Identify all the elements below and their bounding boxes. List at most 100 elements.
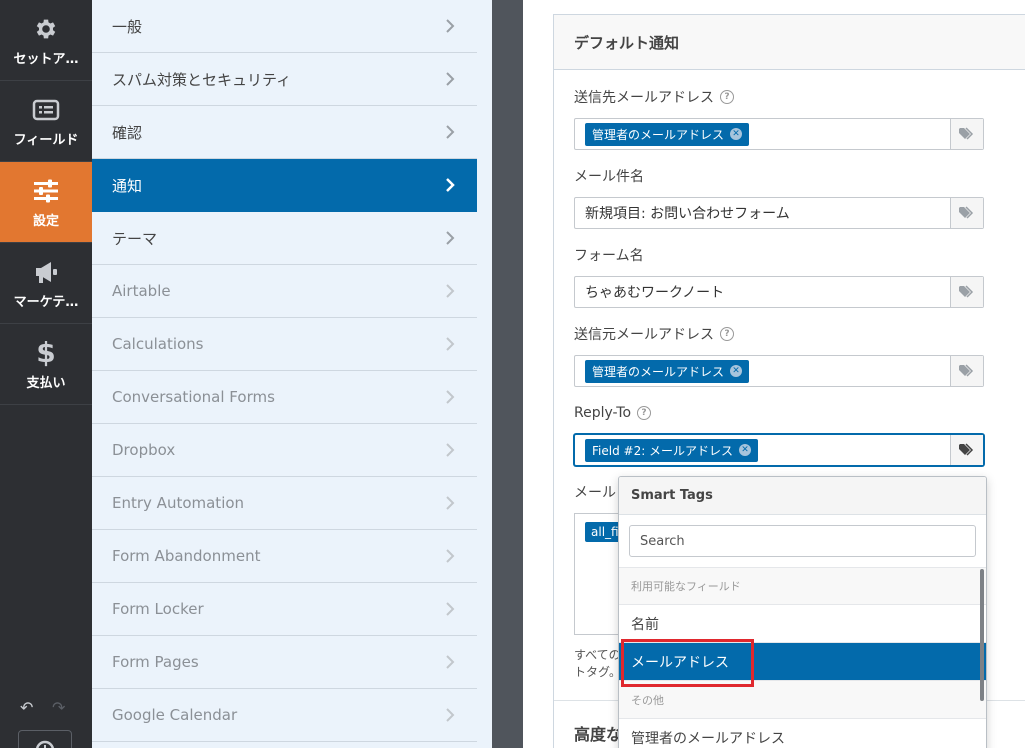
rail-marketing[interactable]: マーケテ… <box>0 243 92 324</box>
chevron-right-icon <box>443 19 457 33</box>
panel-item-form-pages[interactable]: Form Pages <box>92 636 477 689</box>
from-name-input[interactable]: ちゃあむワークノート <box>574 276 984 308</box>
chevron-right-icon <box>443 549 457 563</box>
panel-item-airtable[interactable]: Airtable <box>92 265 477 318</box>
tag-icon[interactable] <box>950 277 983 307</box>
panel-item-label: Conversational Forms <box>112 388 275 406</box>
panel-item-label: Form Locker <box>112 600 204 618</box>
redo-icon[interactable]: ↷ <box>52 698 65 717</box>
panel-item-notifications[interactable]: 通知 <box>92 159 477 212</box>
chevron-right-icon <box>443 72 457 86</box>
subject-value[interactable]: 新規項目: お問い合わせフォーム <box>575 198 950 228</box>
panel-item-spam[interactable]: スパム対策とセキュリティ <box>92 53 477 106</box>
close-icon[interactable]: ✕ <box>730 365 743 377</box>
panel-item-themes[interactable]: テーマ <box>92 212 477 265</box>
rail-label: マーケテ… <box>13 294 79 310</box>
send-to-input[interactable]: 管理者のメールアドレス ✕ <box>574 118 984 150</box>
message-textarea[interactable]: all_fie <box>574 513 623 635</box>
panel-item-label: Form Pages <box>112 653 199 671</box>
panel-item-form-abandonment[interactable]: Form Abandonment <box>92 530 477 583</box>
tag-icon[interactable] <box>950 198 983 228</box>
panel-item-label: Dropbox <box>112 441 176 459</box>
smart-tag-chip[interactable]: Field #2: メールアドレス ✕ <box>585 438 759 462</box>
reply-to-input[interactable]: Field #2: メールアドレス ✕ <box>574 434 984 466</box>
subject-input[interactable]: 新規項目: お問い合わせフォーム <box>574 197 984 229</box>
from-email-input[interactable]: 管理者のメールアドレス ✕ <box>574 355 984 387</box>
help-icon[interactable]: ? <box>720 90 734 104</box>
from-email-input-body[interactable]: 管理者のメールアドレス ✕ <box>575 356 950 386</box>
send-to-label: 送信先メールアドレス? <box>574 87 984 107</box>
reply-to-label: Reply-To? <box>574 403 984 423</box>
tag-icon[interactable] <box>950 435 983 465</box>
tag-icon[interactable] <box>950 119 983 149</box>
message-description: すべての トタグ。 <box>574 647 620 681</box>
panel-item-conversational-forms[interactable]: Conversational Forms <box>92 371 477 424</box>
tag-icon[interactable] <box>950 356 983 386</box>
undo-icon[interactable]: ↶ <box>20 698 33 717</box>
smart-tag-chip[interactable]: 管理者のメールアドレス ✕ <box>585 122 750 146</box>
subject-field: メール件名 新規項目: お問い合わせフォーム <box>574 166 984 229</box>
chevron-right-icon <box>443 443 457 457</box>
chevron-right-icon <box>443 178 457 192</box>
send-to-label-text: 送信先メールアドレス <box>574 90 714 106</box>
from-email-label-text: 送信元メールアドレス <box>574 327 714 343</box>
panel-item-label: 通知 <box>112 176 143 195</box>
panel-item-label: Form Abandonment <box>112 547 261 565</box>
rail-payments[interactable]: $ 支払い <box>0 324 92 405</box>
smart-tag-option-admin-email[interactable]: 管理者のメールアドレス <box>619 719 986 748</box>
smart-tag-option-email[interactable]: メールアドレス <box>619 639 986 687</box>
chevron-right-icon <box>443 231 457 245</box>
panel-gutter <box>492 0 523 748</box>
smart-tag-chip[interactable]: 管理者のメールアドレス ✕ <box>585 359 750 383</box>
panel-item-label: Airtable <box>112 282 171 300</box>
panel-item-label: Calculations <box>112 335 204 353</box>
smart-tags-dropdown: Smart Tags Search 利用可能なフィールド 名前 メールアドレス … <box>618 476 987 748</box>
advanced-heading: 高度な <box>574 725 623 744</box>
chevron-right-icon <box>443 655 457 669</box>
from-name-label: フォーム名 <box>574 248 644 264</box>
panel-item-general[interactable]: 一般 <box>92 0 477 53</box>
chevron-right-icon <box>443 284 457 298</box>
rail-settings[interactable]: 設定 <box>0 162 92 243</box>
panel-item-entry-automation[interactable]: Entry Automation <box>92 477 477 530</box>
reply-to-label-text: Reply-To <box>574 405 632 421</box>
rail-label: フィールド <box>13 132 79 148</box>
chevron-right-icon <box>443 390 457 404</box>
gear-icon <box>31 14 61 44</box>
fields-list-icon <box>31 95 61 125</box>
panel-item-calculations[interactable]: Calculations <box>92 318 477 371</box>
megaphone-icon <box>31 257 61 287</box>
builder-sidebar: セットア… フィールド 設定 マーケテ… $ 支払い ↶ ↷ <box>0 0 92 748</box>
chevron-right-icon <box>443 708 457 722</box>
help-icon[interactable]: ? <box>720 327 734 341</box>
from-email-field: 送信元メールアドレス? 管理者のメールアドレス ✕ <box>574 324 984 387</box>
dropdown-scrollbar[interactable] <box>980 569 984 701</box>
panel-item-confirmation[interactable]: 確認 <box>92 106 477 159</box>
reply-to-input-body[interactable]: Field #2: メールアドレス ✕ <box>575 435 950 465</box>
sliders-icon <box>31 176 61 206</box>
send-to-input-body[interactable]: 管理者のメールアドレス ✕ <box>575 119 950 149</box>
from-name-field: フォーム名 ちゃあむワークノート <box>574 245 984 308</box>
rail-fields[interactable]: フィールド <box>0 81 92 162</box>
from-name-value[interactable]: ちゃあむワークノート <box>575 277 950 307</box>
panel-item-google-calendar[interactable]: Google Calendar <box>92 689 477 742</box>
smart-tags-search-input[interactable]: Search <box>629 525 976 557</box>
chevron-right-icon <box>443 602 457 616</box>
panel-item-label: テーマ <box>112 229 158 248</box>
panel-item-label: Entry Automation <box>112 494 245 512</box>
panel-item-label: 一般 <box>112 17 143 36</box>
panel-item-dropbox[interactable]: Dropbox <box>92 424 477 477</box>
smart-tag-option-name[interactable]: 名前 <box>619 605 986 643</box>
dollar-icon: $ <box>36 336 56 369</box>
panel-item-form-locker[interactable]: Form Locker <box>92 583 477 636</box>
rail-label: 設定 <box>32 213 59 229</box>
subject-label: メール件名 <box>574 169 644 185</box>
close-icon[interactable]: ✕ <box>739 444 752 456</box>
close-icon[interactable]: ✕ <box>730 128 743 140</box>
help-icon[interactable]: ? <box>637 406 652 420</box>
rail-label: 支払い <box>26 375 66 391</box>
rail-setup[interactable]: セットア… <box>0 0 92 81</box>
panel-item-label: スパム対策とセキュリティ <box>112 70 292 89</box>
rail-bottom: ↶ ↷ <box>0 678 92 748</box>
history-icon[interactable] <box>18 730 72 748</box>
